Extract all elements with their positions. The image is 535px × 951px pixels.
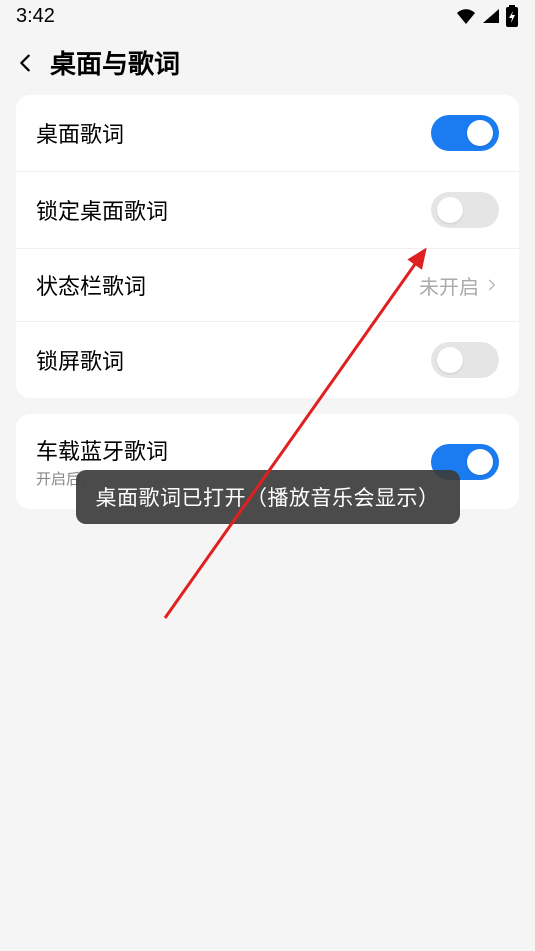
row-label: 桌面歌词: [36, 117, 124, 149]
toast-text: 桌面歌词已打开（播放音乐会显示）: [96, 487, 440, 510]
toggle-lock-desktop-lyrics[interactable]: [431, 192, 499, 228]
status-bar: 3:42: [0, 0, 535, 32]
header: 桌面与歌词: [0, 32, 535, 95]
row-lockscreen-lyrics[interactable]: 锁屏歌词: [16, 321, 519, 398]
toggle-desktop-lyrics[interactable]: [431, 115, 499, 151]
row-value: 未开启: [419, 271, 479, 300]
status-time: 3:42: [16, 5, 55, 28]
status-icons: [455, 5, 519, 27]
toast: 桌面歌词已打开（播放音乐会显示）: [76, 470, 460, 524]
back-icon[interactable]: [14, 52, 36, 74]
settings-group-1: 桌面歌词 锁定桌面歌词 状态栏歌词 未开启 锁屏歌词: [16, 95, 519, 398]
row-statusbar-lyrics[interactable]: 状态栏歌词 未开启: [16, 248, 519, 321]
row-label: 锁屏歌词: [36, 344, 124, 376]
chevron-right-icon: [485, 278, 499, 292]
row-label: 锁定桌面歌词: [36, 194, 168, 226]
row-desktop-lyrics[interactable]: 桌面歌词: [16, 95, 519, 171]
row-lock-desktop-lyrics[interactable]: 锁定桌面歌词: [16, 171, 519, 248]
row-label: 车载蓝牙歌词: [36, 434, 168, 466]
row-label: 状态栏歌词: [36, 269, 146, 301]
signal-icon: [481, 7, 501, 25]
toggle-lockscreen-lyrics[interactable]: [431, 342, 499, 378]
wifi-icon: [455, 7, 477, 25]
battery-icon: [505, 5, 519, 27]
page-title: 桌面与歌词: [50, 44, 180, 81]
